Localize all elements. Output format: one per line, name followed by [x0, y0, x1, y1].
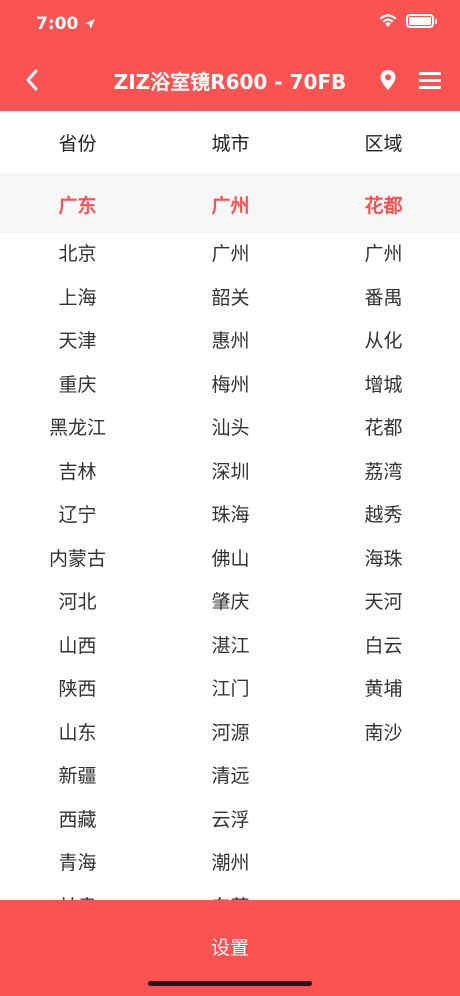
selected-row: 广东 广州 花都 [0, 173, 460, 233]
city-item[interactable]: 肇庆 [153, 581, 308, 625]
chevron-left-icon [26, 69, 38, 91]
status-time-text: 7:00 [36, 14, 79, 34]
selected-province[interactable]: 广东 [0, 191, 155, 218]
city-item[interactable]: 湛江 [153, 625, 308, 669]
province-item[interactable]: 新疆 [0, 755, 155, 799]
location-pin-icon[interactable] [379, 69, 397, 91]
status-bar-indicators [378, 13, 437, 28]
header-district: 区域 [364, 132, 403, 155]
district-item[interactable]: 番禺 [306, 277, 460, 321]
district-item[interactable]: 黄埔 [306, 668, 460, 712]
district-item[interactable]: 荔湾 [306, 451, 460, 495]
menu-line [419, 72, 441, 75]
province-item[interactable]: 北京 [0, 233, 155, 277]
city-item[interactable]: 韶关 [153, 277, 308, 321]
province-item[interactable]: 黑龙江 [0, 407, 155, 451]
status-bar-time: 7:00 [36, 14, 96, 34]
city-item[interactable]: 广州 [153, 233, 308, 277]
city-item[interactable]: 深圳 [153, 451, 308, 495]
district-item[interactable]: 海珠 [306, 538, 460, 582]
province-item[interactable]: 陕西 [0, 668, 155, 712]
city-item[interactable]: 佛山 [153, 538, 308, 582]
menu-line [419, 86, 441, 89]
back-button[interactable] [22, 68, 42, 92]
district-item[interactable]: 越秀 [306, 494, 460, 538]
city-item[interactable]: 云浮 [153, 799, 308, 843]
city-item[interactable]: 惠州 [153, 320, 308, 364]
city-item[interactable]: 江门 [153, 668, 308, 712]
province-item[interactable]: 河北 [0, 581, 155, 625]
menu-button[interactable] [419, 72, 441, 90]
province-item[interactable]: 内蒙古 [0, 538, 155, 582]
city-item[interactable]: 汕头 [153, 407, 308, 451]
city-item[interactable]: 潮州 [153, 842, 308, 886]
district-item[interactable]: 从化 [306, 320, 460, 364]
page-title: ZIZ浴室镜R600 - 70FB [113, 70, 347, 94]
province-item[interactable]: 上海 [0, 277, 155, 321]
header-city: 城市 [211, 132, 250, 155]
province-item[interactable]: 甘肃 [0, 886, 155, 901]
district-item[interactable]: 白云 [306, 625, 460, 669]
header-province: 省份 [58, 132, 97, 155]
battery-icon [406, 13, 437, 28]
city-item[interactable]: 梅州 [153, 364, 308, 408]
city-item[interactable]: 清远 [153, 755, 308, 799]
district-item[interactable]: 天河 [306, 581, 460, 625]
wifi-icon [379, 14, 397, 27]
province-item[interactable]: 山西 [0, 625, 155, 669]
city-column[interactable]: 广州韶关惠州梅州汕头深圳珠海佛山肇庆湛江江门河源清远云浮潮州东莞 [153, 233, 308, 900]
menu-line [419, 79, 441, 82]
province-column[interactable]: 北京上海天津重庆黑龙江吉林辽宁内蒙古河北山西陕西山东新疆西藏青海甘肃 [0, 233, 155, 900]
city-item[interactable]: 珠海 [153, 494, 308, 538]
column-headers: 省份 城市 区域 [0, 111, 460, 173]
province-item[interactable]: 辽宁 [0, 494, 155, 538]
district-column[interactable]: 广州 番禺 从化 增城 花都 荔湾 越秀 海珠 天河 白云 黄埔 南沙 [306, 233, 460, 755]
picker-list: 北京上海天津重庆黑龙江吉林辽宁内蒙古河北山西陕西山东新疆西藏青海甘肃 广州韶关惠… [0, 233, 460, 900]
location-arrow-icon [85, 19, 96, 29]
city-item[interactable]: 东莞 [153, 886, 308, 901]
district-item[interactable]: 南沙 [306, 712, 460, 756]
province-item[interactable]: 西藏 [0, 799, 155, 843]
district-item[interactable]: 增城 [306, 364, 460, 408]
city-item[interactable]: 河源 [153, 712, 308, 756]
province-item[interactable]: 山东 [0, 712, 155, 756]
app-header: 7:00 ZIZ浴室镜R600 - 70FB [0, 0, 460, 111]
province-item[interactable]: 青海 [0, 842, 155, 886]
home-indicator [148, 981, 312, 986]
province-item[interactable]: 天津 [0, 320, 155, 364]
district-item[interactable]: 广州 [306, 233, 460, 277]
selected-district[interactable]: 花都 [306, 191, 460, 218]
province-item[interactable]: 吉林 [0, 451, 155, 495]
province-item[interactable]: 重庆 [0, 364, 155, 408]
district-item[interactable]: 花都 [306, 407, 460, 451]
selected-city[interactable]: 广州 [153, 191, 308, 218]
